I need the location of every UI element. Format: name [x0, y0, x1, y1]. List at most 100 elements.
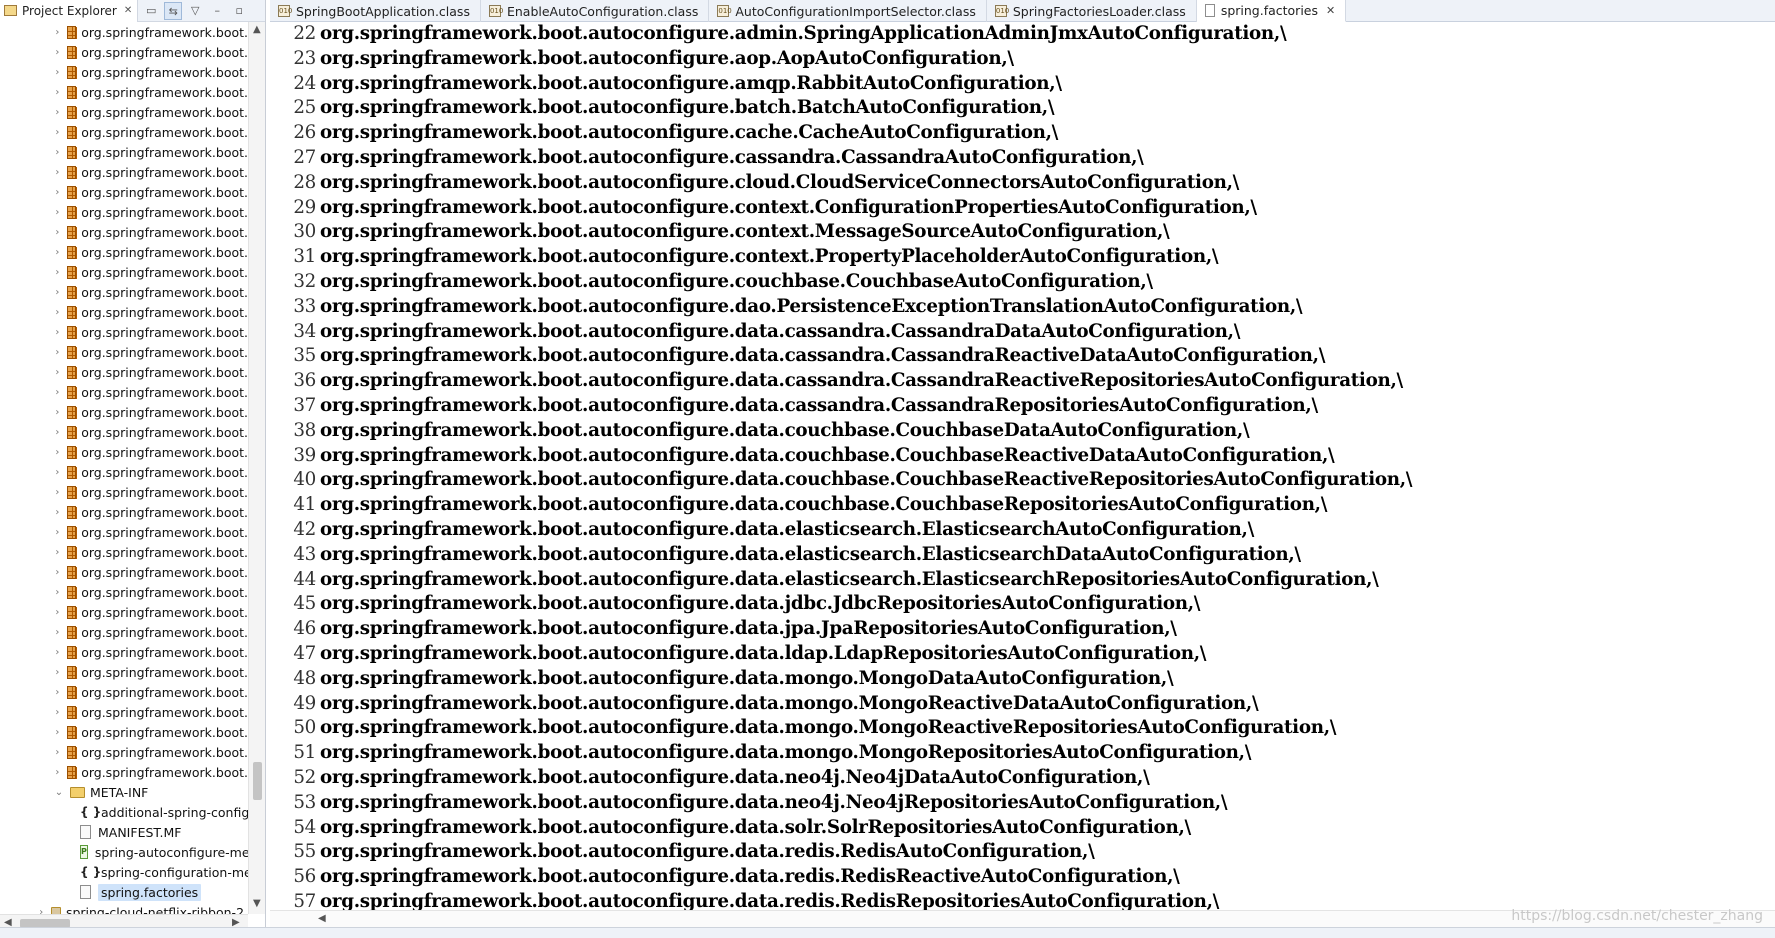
- chevron-right-icon[interactable]: ›: [54, 267, 61, 278]
- tree-item[interactable]: spring.factories: [0, 882, 248, 902]
- scroll-left-arrow-icon[interactable]: ◀: [318, 913, 326, 924]
- chevron-right-icon[interactable]: ›: [54, 127, 61, 138]
- chevron-right-icon[interactable]: ›: [54, 527, 61, 538]
- tree-item[interactable]: › org.springframework.boot.: [0, 622, 248, 642]
- code-view[interactable]: 22 org.springframework.boot.autoconfigure…: [270, 22, 1775, 910]
- chevron-right-icon[interactable]: ›: [54, 707, 61, 718]
- tree-item[interactable]: › org.springframework.boot.: [0, 722, 248, 742]
- tree-item[interactable]: › org.springframework.boot.: [0, 482, 248, 502]
- chevron-right-icon[interactable]: ›: [54, 667, 61, 678]
- editor-tab[interactable]: 010 SpringFactoriesLoader.class: [987, 0, 1197, 22]
- tree-item[interactable]: › org.springframework.boot.: [0, 382, 248, 402]
- tree-item[interactable]: › org.springframework.boot.: [0, 162, 248, 182]
- tree-item[interactable]: › org.springframework.boot.: [0, 442, 248, 462]
- tree-item[interactable]: › org.springframework.boot.: [0, 42, 248, 62]
- tree-item[interactable]: › org.springframework.boot.: [0, 662, 248, 682]
- tree-item[interactable]: › org.springframework.boot.: [0, 642, 248, 662]
- tree-item[interactable]: › org.springframework.boot.: [0, 402, 248, 422]
- chevron-right-icon[interactable]: ›: [54, 747, 61, 758]
- chevron-right-icon[interactable]: ›: [54, 767, 61, 778]
- tree-item[interactable]: › org.springframework.boot.: [0, 502, 248, 522]
- chevron-right-icon[interactable]: ›: [54, 547, 61, 558]
- chevron-right-icon[interactable]: ›: [54, 507, 61, 518]
- chevron-right-icon[interactable]: ›: [54, 687, 61, 698]
- chevron-right-icon[interactable]: ›: [54, 567, 61, 578]
- tree-item[interactable]: › org.springframework.boot.: [0, 222, 248, 242]
- tree-item[interactable]: › org.springframework.boot.: [0, 62, 248, 82]
- tree-item[interactable]: › org.springframework.boot.: [0, 602, 248, 622]
- tree-item[interactable]: MANIFEST.MF: [0, 822, 248, 842]
- chevron-right-icon[interactable]: ›: [54, 307, 61, 318]
- tree-item[interactable]: › org.springframework.boot.: [0, 82, 248, 102]
- chevron-right-icon[interactable]: ›: [54, 87, 61, 98]
- chevron-right-icon[interactable]: ›: [54, 427, 61, 438]
- chevron-right-icon[interactable]: ›: [54, 187, 61, 198]
- tree-item[interactable]: › org.springframework.boot.: [0, 242, 248, 262]
- chevron-right-icon[interactable]: ›: [54, 147, 61, 158]
- tree-item[interactable]: › org.springframework.boot.: [0, 142, 248, 162]
- tree-item[interactable]: › org.springframework.boot.: [0, 702, 248, 722]
- tree-item[interactable]: › org.springframework.boot.: [0, 742, 248, 762]
- tree-item[interactable]: › org.springframework.boot.: [0, 682, 248, 702]
- tree-item[interactable]: › org.springframework.boot.: [0, 262, 248, 282]
- explorer-vertical-scrollbar[interactable]: ▲ ▼: [248, 22, 265, 914]
- chevron-right-icon[interactable]: ›: [54, 27, 61, 38]
- editor-tab[interactable]: 010 AutoConfigurationImportSelector.class: [709, 0, 987, 22]
- tree-item[interactable]: › org.springframework.boot.: [0, 562, 248, 582]
- editor-tab[interactable]: 010 EnableAutoConfiguration.class: [481, 0, 710, 22]
- chevron-right-icon[interactable]: ›: [54, 247, 61, 258]
- tree-item[interactable]: › org.springframework.boot.: [0, 762, 248, 782]
- link-with-editor-icon[interactable]: ⇆: [164, 1, 183, 20]
- close-icon[interactable]: ✕: [1326, 4, 1335, 17]
- tree-item[interactable]: › org.springframework.boot.: [0, 422, 248, 442]
- tree-item[interactable]: › org.springframework.boot.: [0, 322, 248, 342]
- chevron-right-icon[interactable]: ›: [54, 107, 61, 118]
- tree-item[interactable]: › org.springframework.boot.: [0, 362, 248, 382]
- tree-item[interactable]: › org.springframework.boot.: [0, 522, 248, 542]
- tree-item[interactable]: › org.springframework.boot.: [0, 302, 248, 322]
- tree-item[interactable]: › spring-cloud-netflix-ribbon-2.: [0, 902, 248, 914]
- tree-item[interactable]: › org.springframework.boot.: [0, 122, 248, 142]
- chevron-right-icon[interactable]: ›: [54, 407, 61, 418]
- close-icon[interactable]: ✕: [124, 5, 132, 16]
- chevron-right-icon[interactable]: ›: [54, 327, 61, 338]
- tree-item[interactable]: › org.springframework.boot.: [0, 282, 248, 302]
- chevron-right-icon[interactable]: ›: [54, 227, 61, 238]
- tree-item[interactable]: › org.springframework.boot.: [0, 202, 248, 222]
- scroll-up-arrow-icon[interactable]: ▲: [253, 24, 261, 35]
- tree-item[interactable]: { } spring-configuration-me: [0, 862, 248, 882]
- tree-item[interactable]: › org.springframework.boot.: [0, 582, 248, 602]
- chevron-right-icon[interactable]: ›: [54, 447, 61, 458]
- chevron-down-icon[interactable]: ⌄: [54, 787, 64, 798]
- editor-tab[interactable]: spring.factories ✕: [1196, 0, 1347, 22]
- tree-item[interactable]: › org.springframework.boot.: [0, 342, 248, 362]
- chevron-right-icon[interactable]: ›: [54, 727, 61, 738]
- chevron-right-icon[interactable]: ›: [54, 287, 61, 298]
- tree-item[interactable]: Pspring-autoconfigure-me: [0, 842, 248, 862]
- chevron-right-icon[interactable]: ›: [54, 167, 61, 178]
- project-explorer-tab[interactable]: Project Explorer ✕: [0, 0, 139, 22]
- chevron-right-icon[interactable]: ›: [54, 607, 61, 618]
- editor-tab[interactable]: 010 SpringBootApplication.class: [270, 0, 481, 22]
- chevron-right-icon[interactable]: ›: [54, 627, 61, 638]
- chevron-right-icon[interactable]: ›: [54, 47, 61, 58]
- chevron-right-icon[interactable]: ›: [38, 907, 45, 915]
- chevron-right-icon[interactable]: ›: [54, 487, 61, 498]
- tree-item[interactable]: › org.springframework.boot.: [0, 22, 248, 42]
- tree-item[interactable]: › org.springframework.boot.: [0, 182, 248, 202]
- view-menu-icon[interactable]: ▽: [186, 2, 204, 20]
- chevron-right-icon[interactable]: ›: [54, 67, 61, 78]
- tree-item[interactable]: › org.springframework.boot.: [0, 542, 248, 562]
- maximize-icon[interactable]: ▫: [230, 2, 248, 20]
- chevron-right-icon[interactable]: ›: [54, 387, 61, 398]
- chevron-right-icon[interactable]: ›: [54, 367, 61, 378]
- minimize-icon[interactable]: –: [208, 2, 226, 20]
- chevron-right-icon[interactable]: ›: [54, 467, 61, 478]
- chevron-right-icon[interactable]: ›: [54, 347, 61, 358]
- chevron-right-icon[interactable]: ›: [54, 587, 61, 598]
- chevron-right-icon[interactable]: ›: [54, 647, 61, 658]
- tree-item[interactable]: › org.springframework.boot.: [0, 462, 248, 482]
- chevron-right-icon[interactable]: ›: [54, 207, 61, 218]
- tree-item[interactable]: › org.springframework.boot.: [0, 102, 248, 122]
- tree-item[interactable]: { } additional-spring-config: [0, 802, 248, 822]
